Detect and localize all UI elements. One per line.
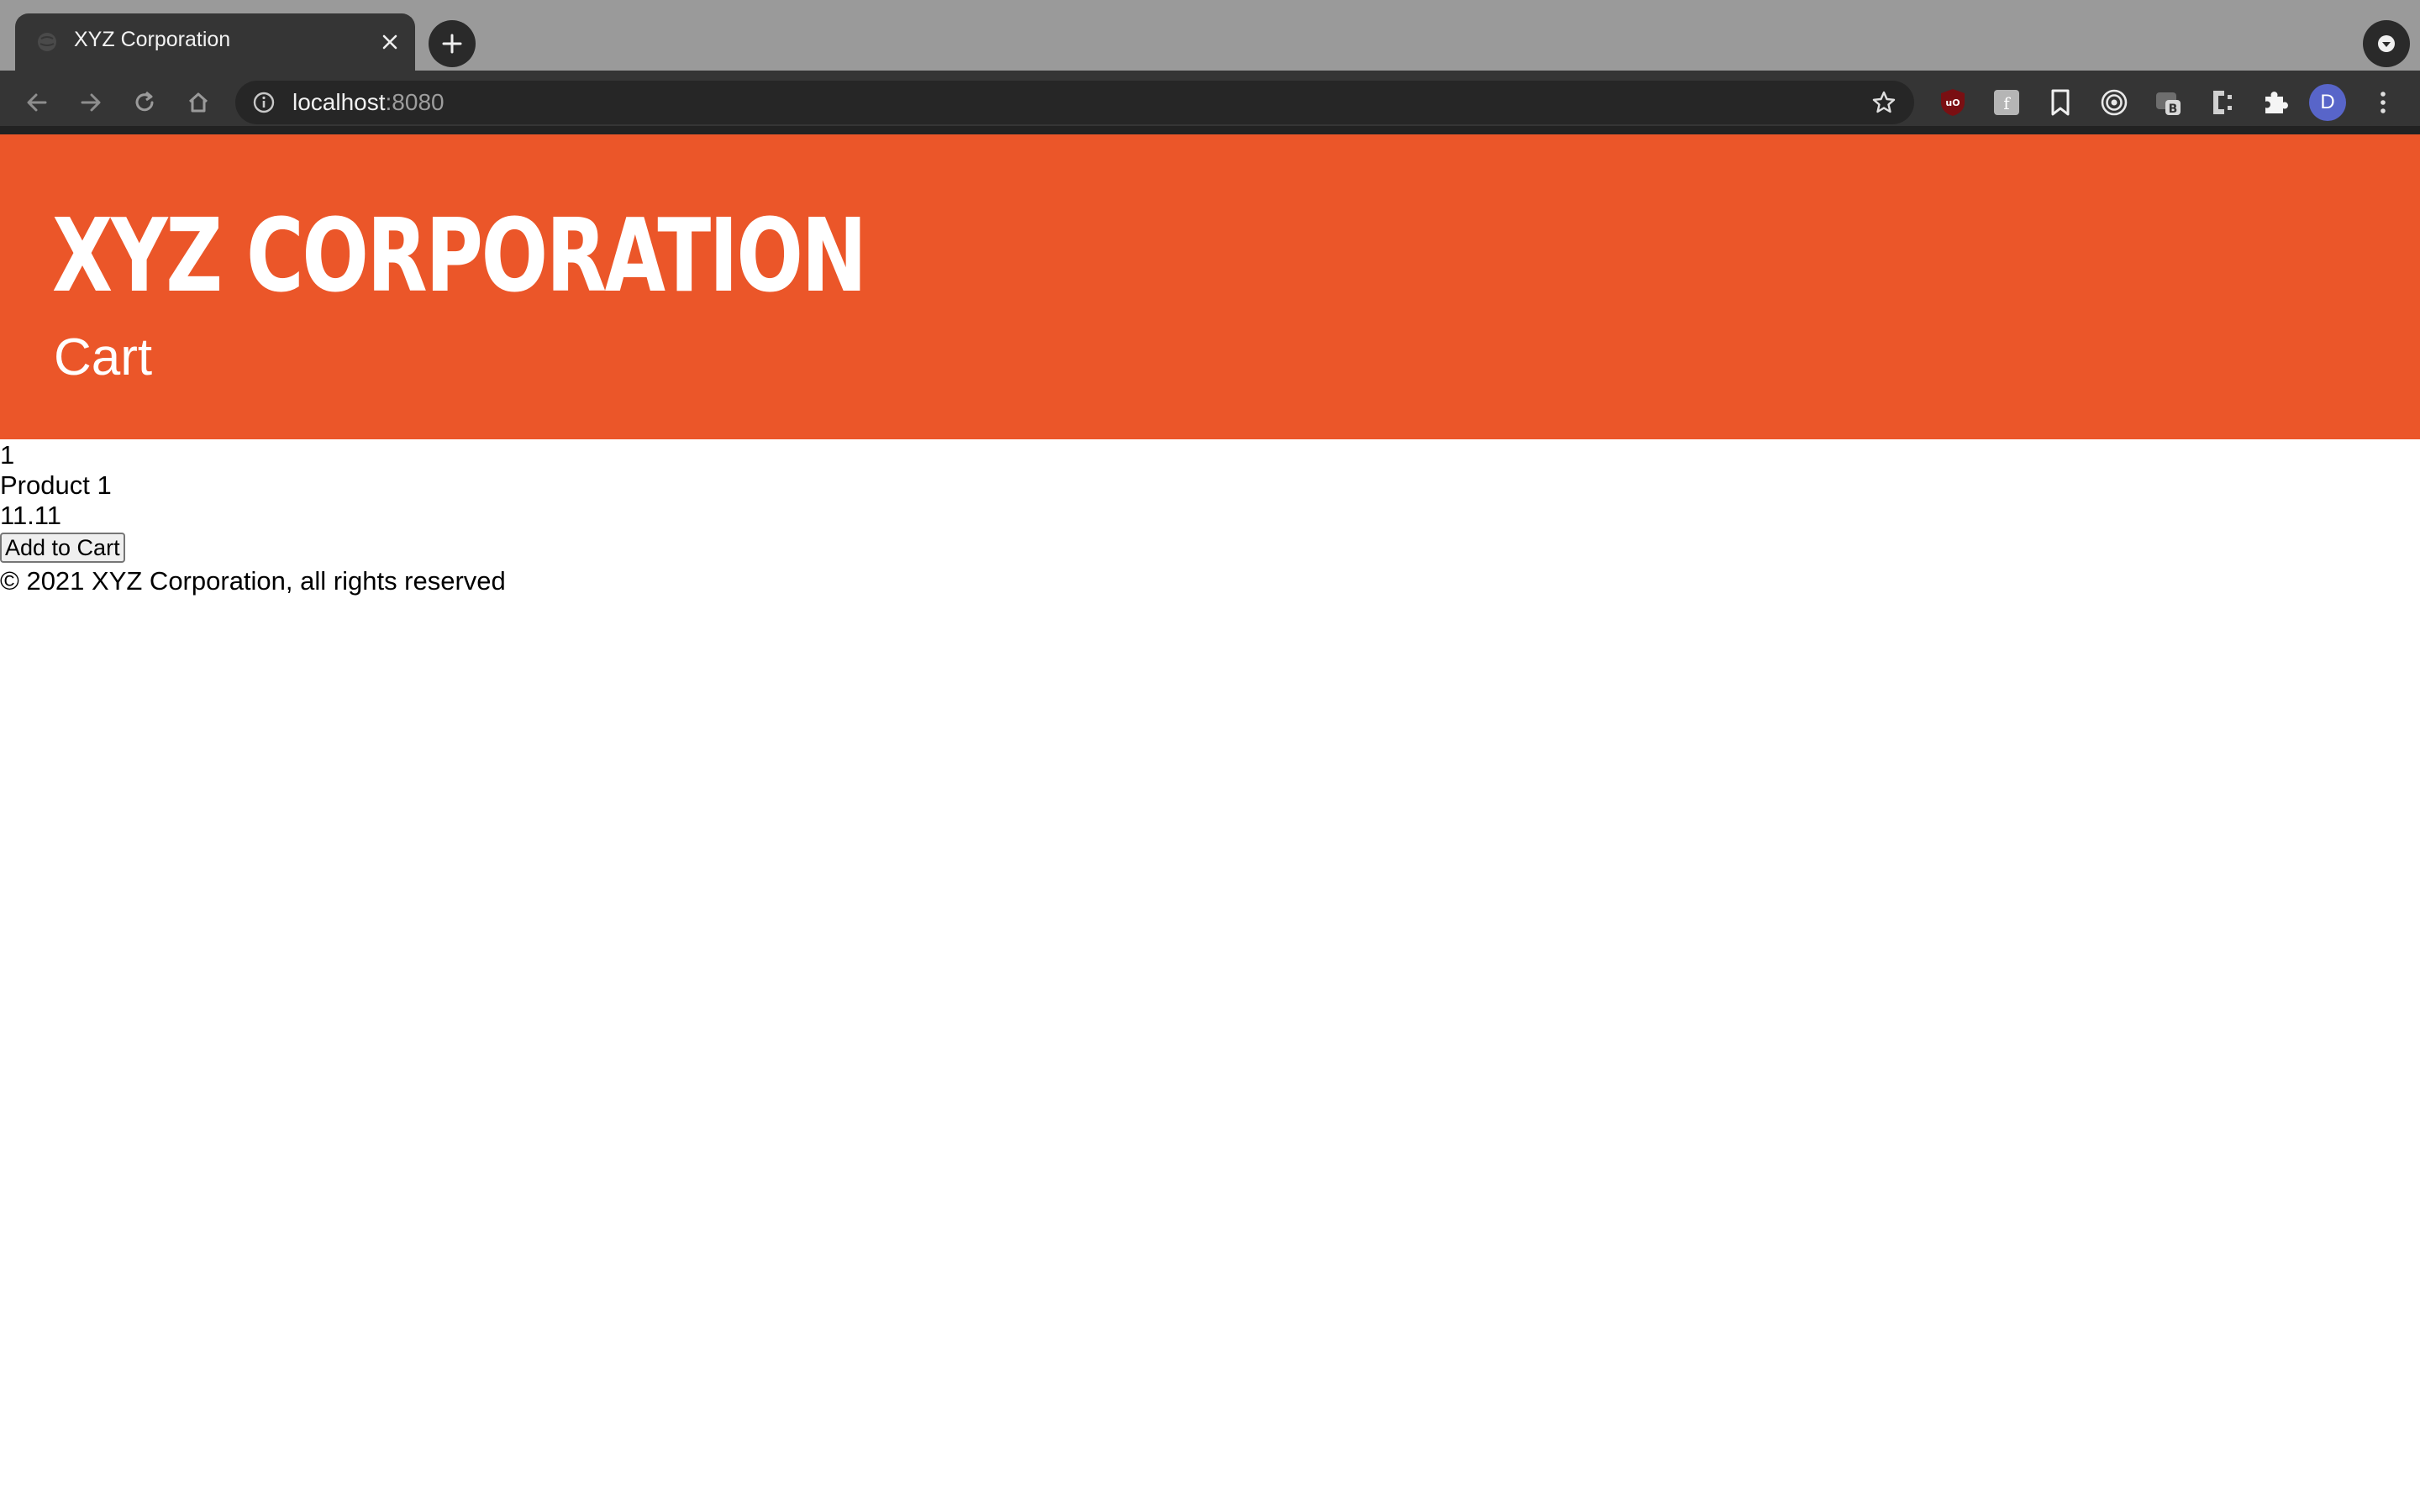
ublock-icon[interactable]: uO bbox=[1933, 82, 1973, 123]
toolbar-divider bbox=[0, 126, 2420, 134]
target-icon[interactable] bbox=[2094, 82, 2134, 123]
forward-arrow-icon[interactable] bbox=[71, 82, 111, 123]
url-text: localhost:8080 bbox=[292, 89, 445, 116]
tab-search-button[interactable] bbox=[2363, 20, 2410, 67]
add-to-cart-button[interactable]: Add to Cart bbox=[0, 533, 125, 563]
extension-b-icon[interactable]: B bbox=[2148, 82, 2188, 123]
cart-content: 1 Product 1 11.11 Add to Cart © 2021 XYZ… bbox=[0, 440, 2420, 598]
extension-f-icon[interactable]: f bbox=[1986, 82, 2027, 123]
home-icon[interactable] bbox=[178, 82, 218, 123]
info-icon[interactable] bbox=[252, 91, 276, 114]
star-icon[interactable] bbox=[1869, 87, 1899, 118]
puzzle-icon[interactable] bbox=[2255, 82, 2296, 123]
tab-title: XYZ Corporation bbox=[74, 28, 231, 51]
globe-icon bbox=[35, 30, 59, 54]
address-bar[interactable]: localhost:8080 bbox=[235, 81, 1914, 124]
close-icon[interactable] bbox=[373, 25, 407, 59]
item-name: Product 1 bbox=[0, 470, 112, 500]
reload-icon[interactable] bbox=[124, 82, 165, 123]
extension-c-icon[interactable] bbox=[2202, 82, 2242, 123]
svg-text:B: B bbox=[2169, 102, 2178, 116]
item-id: 1 bbox=[0, 440, 15, 470]
url-port: :8080 bbox=[385, 89, 445, 115]
profile-avatar[interactable]: D bbox=[2309, 84, 2346, 121]
new-tab-button[interactable] bbox=[429, 20, 476, 67]
back-arrow-icon[interactable] bbox=[17, 82, 57, 123]
footer-copyright: © 2021 XYZ Corporation, all rights reser… bbox=[0, 566, 506, 596]
browser-tab[interactable]: XYZ Corporation bbox=[15, 13, 415, 71]
svg-text:uO: uO bbox=[1945, 97, 1960, 108]
item-price: 11.11 bbox=[0, 501, 61, 530]
browser-tabstrip: XYZ Corporation bbox=[0, 0, 2420, 71]
brand-logo-text: XYZ CORPORATION bbox=[52, 198, 867, 315]
cart-item: 1 Product 1 11.11 Add to Cart bbox=[0, 440, 2420, 563]
more-vertical-icon[interactable] bbox=[2363, 82, 2403, 123]
bookmark-icon[interactable] bbox=[2040, 82, 2081, 123]
page-title: Cart bbox=[54, 328, 153, 386]
browser-toolbar: localhost:8080 uO f B bbox=[0, 71, 2420, 134]
site-header: XYZ CORPORATION Cart bbox=[0, 134, 2420, 439]
url-host: localhost bbox=[292, 89, 386, 115]
